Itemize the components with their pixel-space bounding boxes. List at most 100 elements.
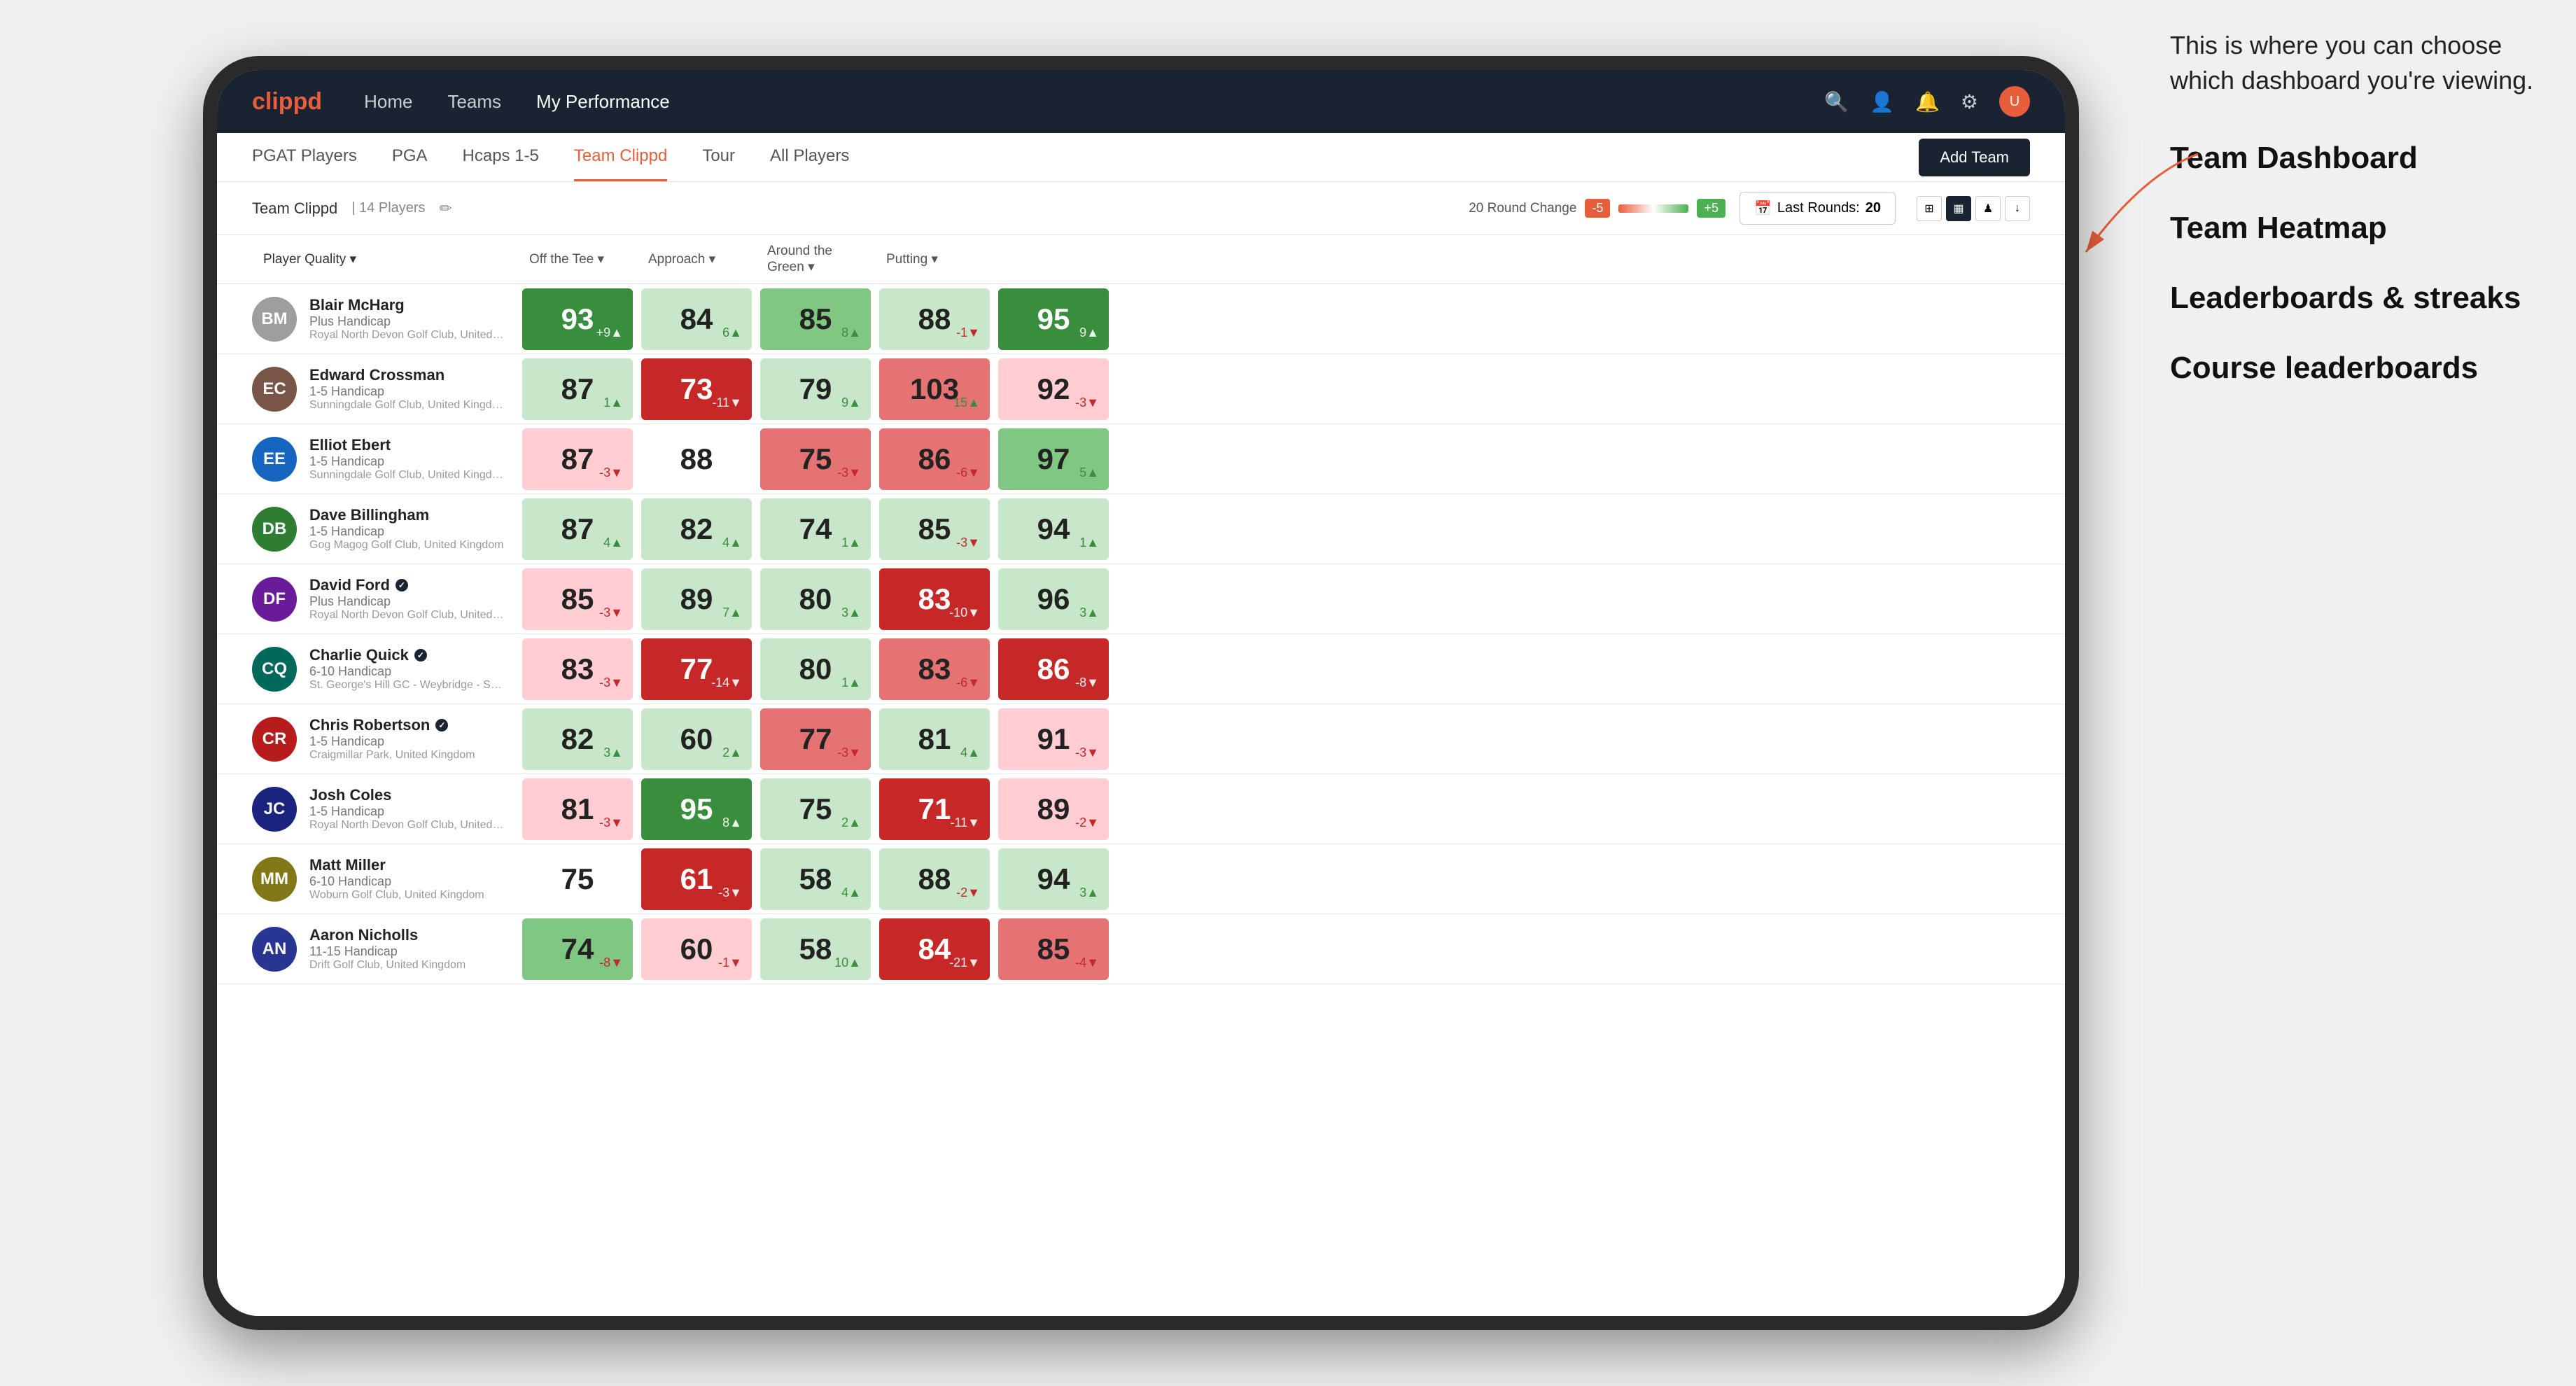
score-change: -3▼ — [837, 746, 861, 760]
score-value: 89 — [1037, 792, 1070, 826]
calendar-icon: 📅 — [1754, 200, 1772, 217]
col-player-quality[interactable]: Player Quality ▾ — [252, 235, 518, 284]
score-cell-5-4: 86-8▼ — [998, 638, 1109, 700]
view-icon-heatmap[interactable]: ♟ — [1975, 196, 2001, 221]
score-value: 84 — [918, 932, 951, 966]
player-name: Chris Robertson✓ — [309, 716, 475, 734]
col-putting[interactable]: Putting ▾ — [875, 235, 994, 284]
view-icon-table[interactable]: ▦ — [1946, 196, 1971, 221]
table-row[interactable]: ECEdward Crossman1-5 HandicapSunningdale… — [217, 354, 2065, 424]
subnav-all-players[interactable]: All Players — [770, 133, 849, 181]
bell-icon[interactable]: 🔔 — [1915, 90, 1940, 113]
table-row[interactable]: CQCharlie Quick✓6-10 HandicapSt. George'… — [217, 634, 2065, 704]
player-details: Matt Miller6-10 HandicapWoburn Golf Club… — [309, 856, 484, 902]
table-row[interactable]: MMMatt Miller6-10 HandicapWoburn Golf Cl… — [217, 844, 2065, 914]
settings-icon[interactable]: ⚙ — [1961, 90, 1978, 113]
score-change: 1▲ — [841, 676, 861, 690]
table-row[interactable]: JCJosh Coles1-5 HandicapRoyal North Devo… — [217, 774, 2065, 844]
score-cell-0-3: 88-1▼ — [879, 288, 990, 350]
player-handicap: 1-5 Handicap — [309, 734, 475, 749]
score-cell-8-4: 943▲ — [998, 848, 1109, 910]
score-value: 80 — [799, 582, 832, 616]
subnav-team-clippd[interactable]: Team Clippd — [574, 133, 667, 181]
table-row[interactable]: EEElliot Ebert1-5 HandicapSunningdale Go… — [217, 424, 2065, 494]
player-details: Chris Robertson✓1-5 HandicapCraigmillar … — [309, 716, 475, 762]
annotation-item-3: Leaderboards & streaks — [2170, 281, 2534, 316]
score-change: -6▼ — [956, 465, 980, 480]
score-cell-2-3: 86-6▼ — [879, 428, 990, 490]
round-change-label: 20 Round Change — [1469, 201, 1576, 216]
player-club: Royal North Devon Golf Club, United King… — [309, 329, 505, 342]
player-handicap: 6-10 Handicap — [309, 664, 505, 679]
subnav-hcaps[interactable]: Hcaps 1-5 — [463, 133, 539, 181]
table-row[interactable]: DBDave Billingham1-5 HandicapGog Magog G… — [217, 494, 2065, 564]
score-change: -2▼ — [1075, 816, 1099, 830]
nav-link-my-performance[interactable]: My Performance — [536, 91, 670, 113]
avatar: CR — [252, 717, 297, 762]
score-value: 81 — [561, 792, 594, 826]
score-value: 81 — [918, 722, 951, 756]
last-rounds-button[interactable]: 📅 Last Rounds: 20 — [1740, 192, 1896, 225]
table-row[interactable]: DF David Ford✓Plus HandicapRoyal North De… — [217, 564, 2065, 634]
search-icon[interactable]: 🔍 — [1824, 90, 1849, 113]
score-cell-2-1: 88 — [641, 428, 752, 490]
avatar: DF — [252, 577, 297, 622]
col-around-green[interactable]: Around the Green ▾ — [756, 235, 875, 284]
nav-link-teams[interactable]: Teams — [447, 91, 501, 113]
score-cell-4-4: 963▲ — [998, 568, 1109, 630]
score-change: -8▼ — [1075, 676, 1099, 690]
score-change: -6▼ — [956, 676, 980, 690]
view-icon-grid[interactable]: ⊞ — [1917, 196, 1942, 221]
verified-icon: ✓ — [435, 719, 448, 732]
col-approach[interactable]: Approach ▾ — [637, 235, 756, 284]
player-details: David Ford✓Plus HandicapRoyal North Devo… — [309, 576, 505, 622]
score-change: -2▼ — [956, 886, 980, 900]
score-change: 8▲ — [722, 816, 742, 830]
score-value: 88 — [918, 862, 951, 896]
player-name: David Ford✓ — [309, 576, 505, 594]
player-handicap: 1-5 Handicap — [309, 384, 505, 399]
player-club: St. George's Hill GC - Weybridge - Surre… — [309, 679, 505, 692]
score-cell-7-3: 71-11▼ — [879, 778, 990, 840]
score-value: 94 — [1037, 512, 1070, 546]
score-value: 93 — [561, 302, 594, 336]
profile-icon[interactable]: 👤 — [1870, 90, 1894, 113]
sub-nav: PGAT Players PGA Hcaps 1-5 Team Clippd T… — [217, 133, 2065, 182]
nav-links: Home Teams My Performance — [364, 91, 1824, 113]
score-value: 74 — [561, 932, 594, 966]
score-change: -1▼ — [956, 326, 980, 340]
table-row[interactable]: ANAaron Nicholls11-15 HandicapDrift Golf… — [217, 914, 2065, 984]
player-info-8: MMMatt Miller6-10 HandicapWoburn Golf Cl… — [252, 849, 518, 909]
user-avatar[interactable]: U — [1999, 86, 2030, 117]
subnav-pgat[interactable]: PGAT Players — [252, 133, 357, 181]
score-cell-9-1: 60-1▼ — [641, 918, 752, 980]
edit-team-icon[interactable]: ✏ — [440, 200, 452, 218]
view-icon-sort[interactable]: ↓ — [2005, 196, 2030, 221]
team-count: | 14 Players — [351, 200, 425, 216]
score-value: 77 — [799, 722, 832, 756]
annotation-area: This is where you can choose which dashb… — [2170, 28, 2534, 421]
table-row[interactable]: CRChris Robertson✓1-5 HandicapCraigmilla… — [217, 704, 2065, 774]
score-change: -3▼ — [599, 606, 623, 620]
subnav-tour[interactable]: Tour — [702, 133, 735, 181]
nav-link-home[interactable]: Home — [364, 91, 412, 113]
score-change: 15▲ — [953, 396, 980, 410]
player-name: Matt Miller — [309, 856, 484, 874]
col-off-tee[interactable]: Off the Tee ▾ — [518, 235, 637, 284]
score-value: 60 — [680, 932, 713, 966]
ipad-frame: clippd Home Teams My Performance 🔍 👤 🔔 ⚙… — [203, 56, 2079, 1330]
score-cell-0-2: 858▲ — [760, 288, 871, 350]
score-cell-7-0: 81-3▼ — [522, 778, 633, 840]
score-value: 58 — [799, 932, 832, 966]
score-change: 4▲ — [960, 746, 980, 760]
table-row[interactable]: BMBlair McHargPlus HandicapRoyal North D… — [217, 284, 2065, 354]
score-change: 2▲ — [841, 816, 861, 830]
score-cell-1-1: 73-11▼ — [641, 358, 752, 420]
score-cell-8-3: 88 -2▼ — [879, 848, 990, 910]
player-name: Edward Crossman — [309, 366, 505, 384]
subnav-pga[interactable]: PGA — [392, 133, 428, 181]
player-name: Blair McHarg — [309, 296, 505, 314]
score-change: -3▼ — [1075, 396, 1099, 410]
add-team-button[interactable]: Add Team — [1919, 139, 2030, 176]
player-details: Aaron Nicholls11-15 HandicapDrift Golf C… — [309, 926, 465, 972]
